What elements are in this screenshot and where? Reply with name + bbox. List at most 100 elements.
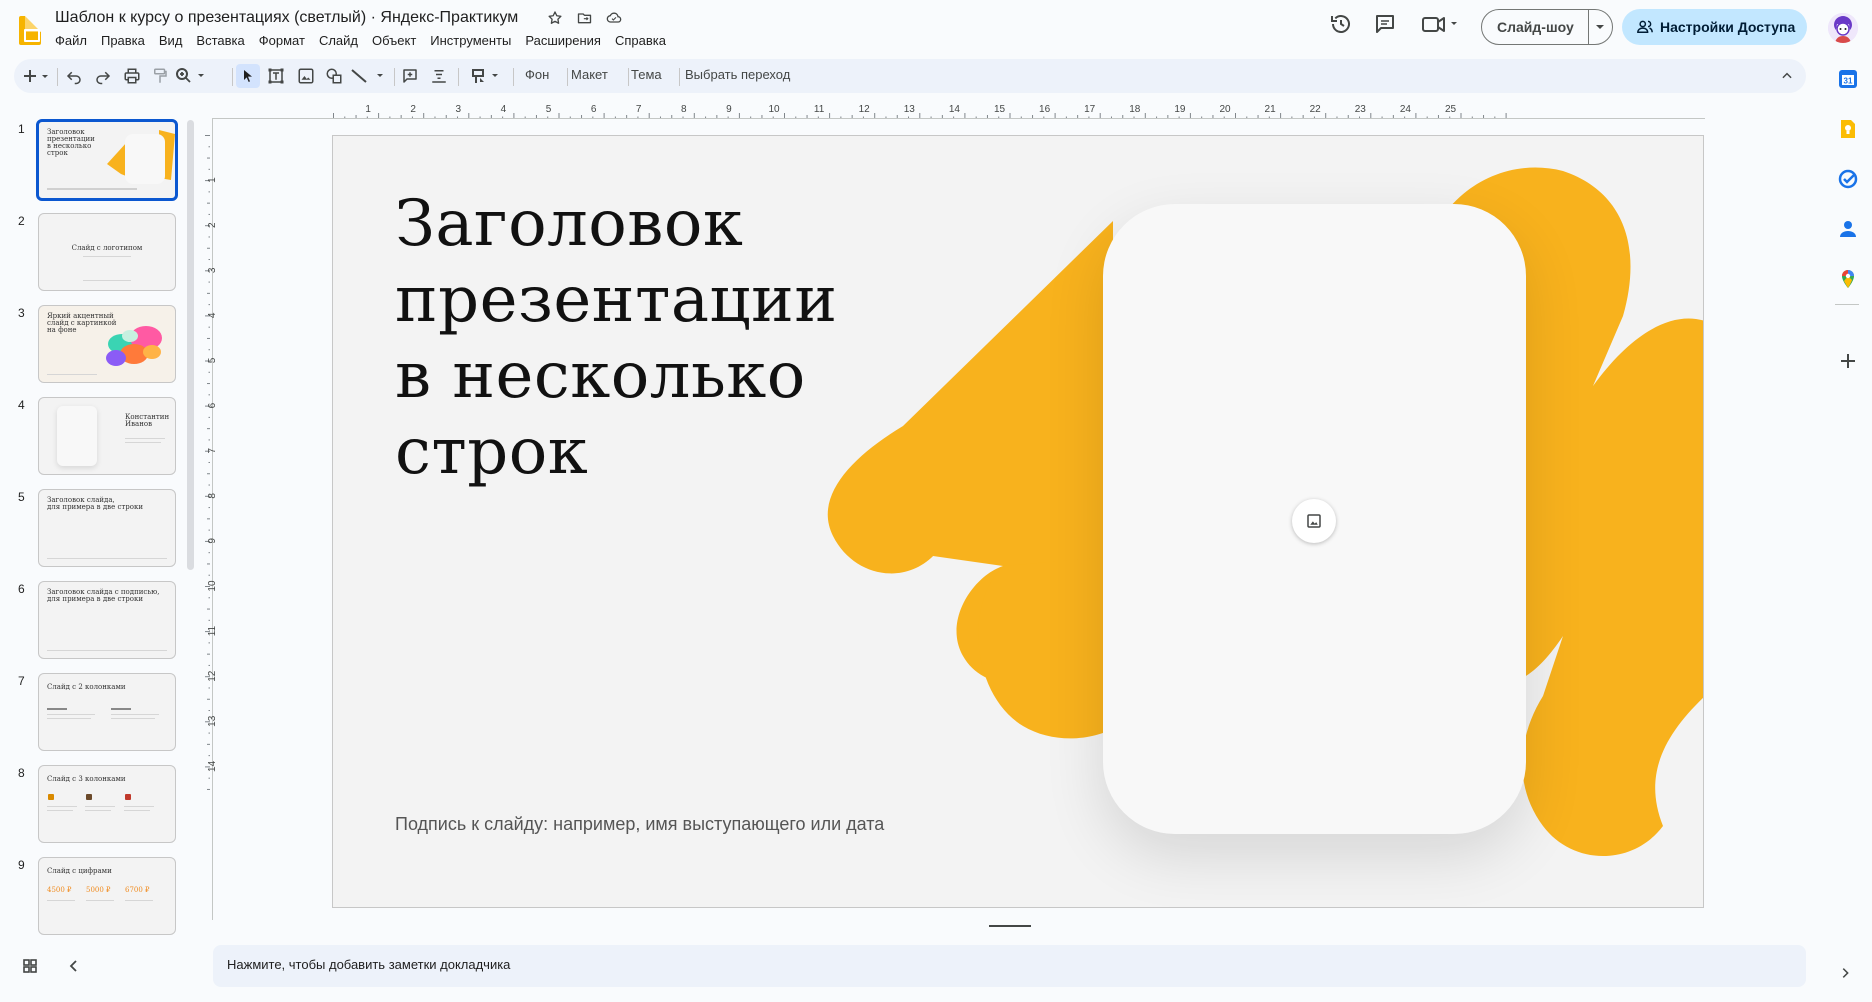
print-button[interactable] bbox=[121, 64, 143, 88]
paint-format-button[interactable] bbox=[149, 64, 171, 88]
shape-button[interactable] bbox=[323, 64, 345, 88]
menu-help[interactable]: Справка bbox=[608, 32, 673, 50]
slide-title[interactable]: Заголовок презентации в несколько строк bbox=[395, 186, 837, 490]
thumbnail-text-line bbox=[47, 810, 73, 811]
thumbnail-icon bbox=[125, 794, 131, 800]
toolbar-divider bbox=[57, 68, 58, 86]
menu-tools[interactable]: Инструменты bbox=[423, 32, 518, 50]
menu-format[interactable]: Формат bbox=[252, 32, 312, 50]
ruler-left[interactable]: 1234567891011121314 bbox=[203, 135, 219, 915]
menu-slide[interactable]: Слайд bbox=[312, 32, 365, 50]
share-button[interactable]: Настройки Доступа bbox=[1622, 9, 1807, 45]
thumbnail-text-line bbox=[111, 708, 131, 710]
menu-file[interactable]: Файл bbox=[55, 32, 94, 50]
menu-insert[interactable]: Вставка bbox=[189, 32, 251, 50]
side-panel: 31 bbox=[1822, 60, 1872, 940]
thumbnail-text-line bbox=[86, 900, 114, 901]
ruler-top[interactable]: 1 2 3 4 5 6 7 8 9 10 11 12 13 14 15 16 17 18 19 20 21 22 23 24 2… bbox=[333, 103, 1703, 119]
thumbnail-footer-line bbox=[47, 558, 167, 559]
add-icon[interactable] bbox=[1837, 350, 1859, 372]
ruler-label: 8 bbox=[681, 104, 687, 115]
slide-number: 2 bbox=[18, 214, 25, 228]
new-slide-button[interactable] bbox=[22, 64, 52, 88]
text-box-button[interactable] bbox=[265, 64, 287, 88]
ruler-label: 4 bbox=[207, 312, 218, 318]
thumbnail-icon bbox=[86, 794, 92, 800]
align-button[interactable] bbox=[428, 64, 450, 88]
background-button[interactable]: Фон bbox=[525, 67, 549, 82]
slide-thumbnail-8[interactable]: Слайд с 3 колонками bbox=[38, 765, 176, 843]
layout-button[interactable]: Макет bbox=[571, 67, 608, 82]
slide-thumbnail-6[interactable]: Заголовок слайда с подписью, для примера… bbox=[38, 581, 176, 659]
slide-thumbnail-5[interactable]: Заголовок слайда, для примера в две стро… bbox=[38, 489, 176, 567]
slide-thumbnail-9[interactable]: Слайд с цифрами 4500 ₽ 5000 ₽ 6700 ₽ bbox=[38, 857, 176, 935]
ruler-label: 4 bbox=[501, 104, 507, 115]
zoom-button[interactable] bbox=[175, 64, 209, 88]
side-panel-divider bbox=[1835, 304, 1859, 305]
maps-icon[interactable] bbox=[1837, 268, 1859, 290]
filmstrip-scrollbar[interactable] bbox=[187, 120, 194, 570]
app-header: Шаблон к курсу о презентациях (светлый) … bbox=[0, 0, 1872, 56]
slide-thumbnail-2[interactable]: Слайд с логотипом bbox=[38, 213, 176, 291]
ruler-label: 14 bbox=[949, 104, 961, 115]
undo-icon bbox=[66, 71, 81, 85]
tasks-icon[interactable] bbox=[1837, 168, 1859, 190]
menu-view[interactable]: Вид bbox=[152, 32, 190, 50]
redo-icon bbox=[96, 71, 111, 85]
chevron-left-icon bbox=[69, 960, 77, 972]
image-icon bbox=[1307, 514, 1321, 528]
slideshow-button[interactable]: Слайд-шоу bbox=[1482, 10, 1589, 44]
select-tool-button[interactable] bbox=[236, 64, 260, 88]
slide-thumbnail-1[interactable]: Заголовок презентации в несколько строк bbox=[36, 119, 178, 201]
slide-canvas[interactable]: Заголовок презентации в несколько строк … bbox=[332, 135, 1704, 908]
line-button[interactable] bbox=[349, 64, 389, 88]
star-icon[interactable] bbox=[545, 10, 565, 30]
add-comment-button[interactable] bbox=[399, 64, 421, 88]
meet-icon[interactable] bbox=[1421, 12, 1461, 36]
move-folder-icon[interactable] bbox=[574, 10, 594, 30]
slide-thumbnail-4[interactable]: Константин Иванов bbox=[38, 397, 176, 475]
contacts-icon[interactable] bbox=[1837, 218, 1859, 240]
ruler-label: 18 bbox=[1129, 104, 1141, 115]
menu-edit[interactable]: Правка bbox=[94, 32, 152, 50]
notes-resize-handle[interactable] bbox=[989, 925, 1031, 927]
slide-subtitle[interactable]: Подпись к слайду: например, имя выступаю… bbox=[395, 814, 884, 835]
thumbnail-title: Заголовок слайда с подписью, для примера… bbox=[47, 588, 160, 603]
slide-thumbnail-7[interactable]: Слайд с 2 колонками bbox=[38, 673, 176, 751]
slide-thumbnail-3[interactable]: Яркий акцентный слайд с картинкой на фон… bbox=[38, 305, 176, 383]
slide-number: 9 bbox=[18, 858, 25, 872]
undo-button[interactable] bbox=[63, 64, 85, 88]
menu-object[interactable]: Объект bbox=[365, 32, 423, 50]
grid-view-icon bbox=[23, 959, 37, 973]
calendar-icon[interactable]: 31 bbox=[1837, 68, 1859, 90]
ruler-label: 6 bbox=[591, 104, 597, 115]
thumbnail-footer-line bbox=[47, 188, 137, 190]
slide-number: 3 bbox=[18, 306, 25, 320]
slideshow-options-button[interactable] bbox=[1589, 10, 1612, 44]
grid-view-button[interactable] bbox=[22, 958, 42, 978]
comments-icon[interactable] bbox=[1373, 12, 1397, 36]
insert-image-placeholder-button[interactable] bbox=[1292, 499, 1336, 543]
menu-extensions[interactable]: Расширения bbox=[518, 32, 608, 50]
thumbnail-text-line bbox=[125, 900, 153, 901]
collapse-toolbar-button[interactable] bbox=[1776, 64, 1798, 88]
insert-image-button[interactable] bbox=[295, 64, 317, 88]
expand-side-panel-button[interactable] bbox=[1838, 966, 1852, 985]
cloud-saved-icon[interactable] bbox=[604, 10, 624, 30]
slides-logo-icon[interactable] bbox=[19, 16, 41, 45]
transition-button[interactable]: Выбрать переход bbox=[685, 67, 790, 82]
keep-icon[interactable] bbox=[1837, 118, 1859, 140]
version-history-icon[interactable] bbox=[1329, 12, 1353, 36]
text-format-button[interactable] bbox=[470, 64, 504, 88]
image-icon bbox=[298, 68, 314, 84]
redo-button[interactable] bbox=[92, 64, 114, 88]
speaker-notes[interactable]: Нажмите, чтобы добавить заметки докладчи… bbox=[213, 945, 1806, 987]
collapse-filmstrip-button[interactable] bbox=[66, 958, 86, 978]
document-title[interactable]: Шаблон к курсу о презентациях (светлый) … bbox=[55, 9, 518, 27]
cursor-icon bbox=[244, 70, 252, 82]
avatar[interactable] bbox=[1828, 13, 1858, 43]
toolbar-divider bbox=[679, 68, 680, 86]
theme-button[interactable]: Тема bbox=[631, 67, 662, 82]
text-format-icon bbox=[472, 69, 498, 83]
ruler-label: 14 bbox=[207, 760, 218, 772]
